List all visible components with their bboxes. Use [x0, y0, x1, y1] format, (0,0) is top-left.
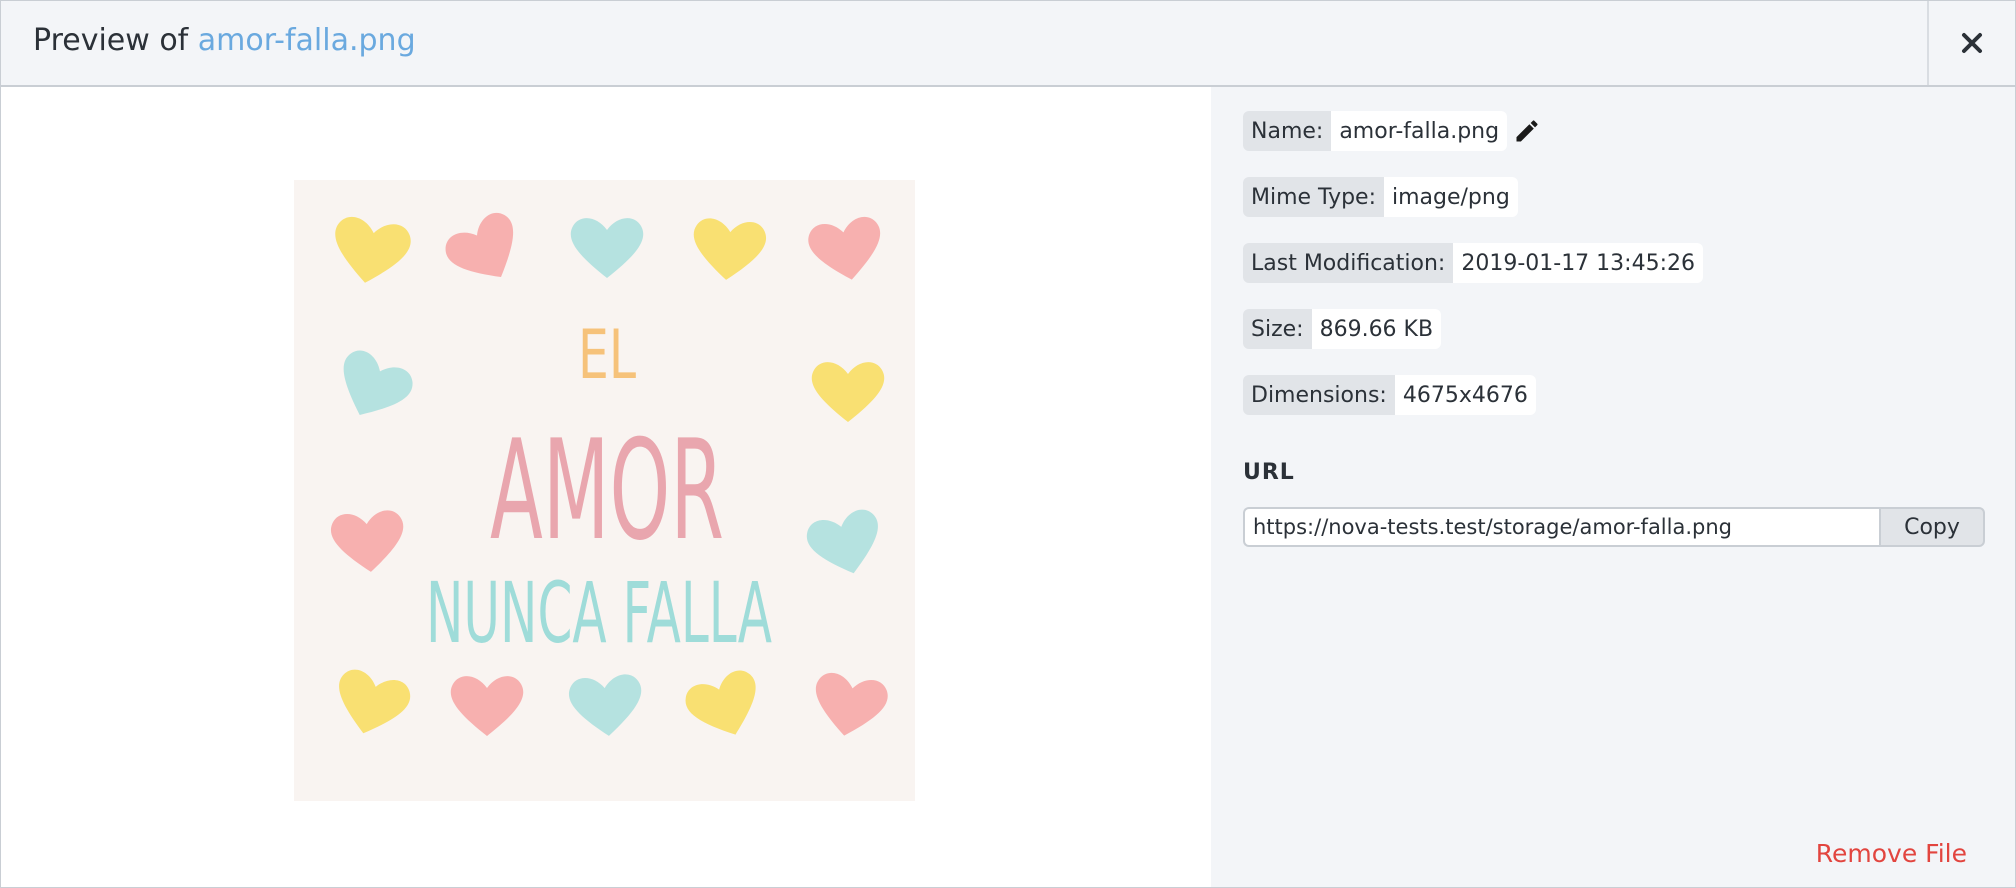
meta-label-name: Name: [1243, 111, 1332, 151]
close-icon [1962, 33, 1982, 53]
edit-name-button[interactable] [1513, 111, 1541, 151]
url-label: URL [1243, 460, 1295, 485]
meta-row-mime-type: Mime Type: image/png [1243, 177, 1518, 217]
image-text-nunca-falla: NUNCA FALLA [426, 564, 772, 662]
pencil-icon [1516, 120, 1538, 142]
meta-label-size: Size: [1243, 309, 1312, 349]
meta-value-name: amor-falla.png [1331, 111, 1508, 151]
remove-file-button[interactable]: Remove File [1816, 839, 1967, 868]
image-text-el: EL [578, 316, 636, 395]
meta-value-dimensions: 4675x4676 [1394, 375, 1536, 415]
meta-row-size: Size: 869.66 KB [1243, 309, 1442, 349]
file-details-panel: Name: amor-falla.png Mime Type: image/pn… [1211, 87, 2015, 887]
meta-row-dimensions: Dimensions: 4675x4676 [1243, 375, 1536, 415]
modal-header: Preview of amor-falla.png [1, 1, 2015, 87]
title-prefix: Preview of [33, 23, 189, 58]
image-text-amor: AMOR [490, 410, 724, 571]
file-preview-modal: Preview of amor-falla.png EL AMOR NUNCA … [0, 0, 2016, 888]
meta-row-last-modification: Last Modification: 2019-01-17 13:45:26 [1243, 243, 1703, 283]
preview-image-graphic: EL AMOR NUNCA FALLA [294, 180, 915, 801]
title-file-name: amor-falla.png [197, 23, 416, 58]
close-button[interactable] [1927, 1, 2015, 85]
meta-label-last-modification: Last Modification: [1243, 243, 1454, 283]
preview-image: EL AMOR NUNCA FALLA [294, 180, 915, 801]
modal-title: Preview of amor-falla.png [33, 23, 416, 58]
image-preview-area: EL AMOR NUNCA FALLA [1, 87, 1211, 887]
meta-row-name: Name: amor-falla.png [1243, 111, 1541, 151]
copy-url-button[interactable]: Copy [1879, 507, 1985, 547]
url-input[interactable] [1243, 507, 1879, 547]
meta-label-dimensions: Dimensions: [1243, 375, 1395, 415]
meta-value-last-modification: 2019-01-17 13:45:26 [1453, 243, 1703, 283]
meta-value-size: 869.66 KB [1311, 309, 1442, 349]
meta-label-mime-type: Mime Type: [1243, 177, 1384, 217]
url-field-group: Copy [1243, 507, 1985, 547]
meta-value-mime-type: image/png [1384, 177, 1518, 217]
